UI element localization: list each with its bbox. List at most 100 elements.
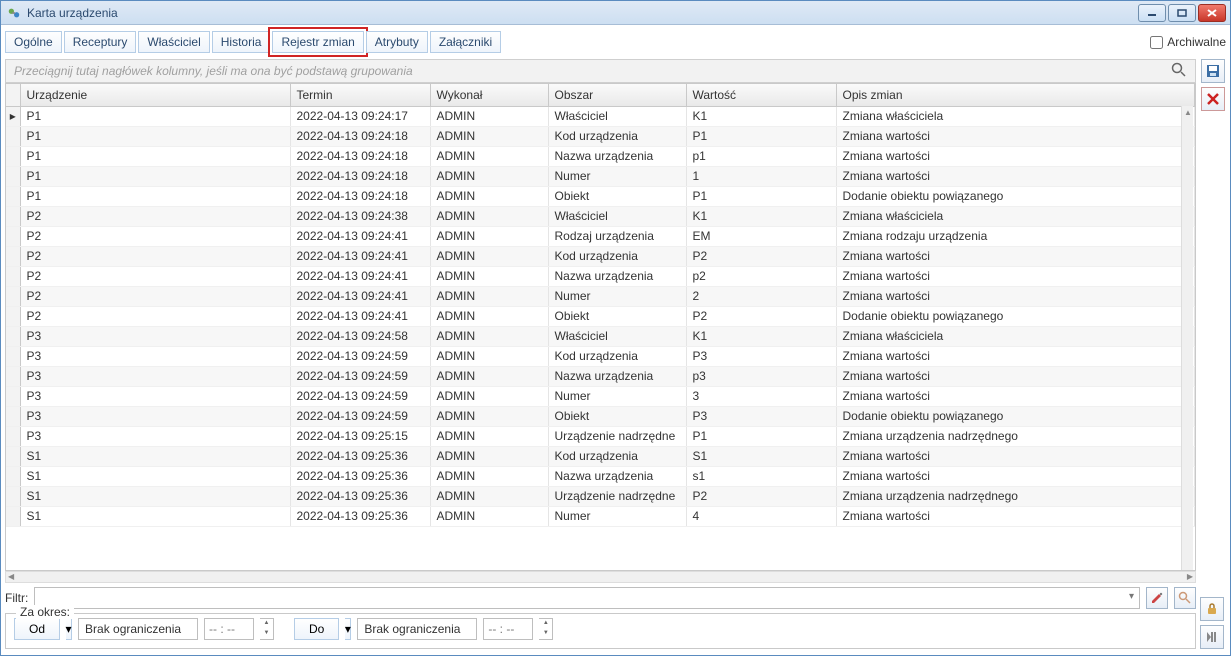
cell: Właściciel [548, 326, 686, 346]
cell: ADMIN [430, 246, 548, 266]
table-row[interactable]: P22022-04-13 09:24:41ADMINNumer2Zmiana w… [6, 286, 1195, 306]
cell: P3 [20, 366, 290, 386]
table-row[interactable]: P32022-04-13 09:24:58ADMINWłaścicielK1Zm… [6, 326, 1195, 346]
table-row[interactable]: P22022-04-13 09:24:41ADMINNazwa urządzen… [6, 266, 1195, 286]
cell: Numer [548, 386, 686, 406]
cell: 4 [686, 506, 836, 526]
row-indicator [6, 386, 20, 406]
cell: 2 [686, 286, 836, 306]
table-row[interactable]: P32022-04-13 09:24:59ADMINNazwa urządzen… [6, 366, 1195, 386]
cell: P2 [20, 266, 290, 286]
table-row[interactable]: P22022-04-13 09:24:41ADMINKod urządzenia… [6, 246, 1195, 266]
group-panel[interactable]: Przeciągnij tutaj nagłówek kolumny, jeśl… [5, 59, 1196, 83]
cell: 2022-04-13 09:25:36 [290, 466, 430, 486]
cell: Nazwa urządzenia [548, 146, 686, 166]
cell: P1 [686, 426, 836, 446]
col-device[interactable]: Urządzenie [20, 84, 290, 106]
col-desc[interactable]: Opis zmian [836, 84, 1195, 106]
cell: S1 [20, 446, 290, 466]
cell: Obiekt [548, 306, 686, 326]
period-panel: Za okres: Od ▾ Brak ograniczenia -- : --… [5, 613, 1196, 649]
tab-ogólne[interactable]: Ogólne [5, 31, 62, 53]
cell: Numer [548, 506, 686, 526]
to-time-spinner[interactable]: ▲▼ [539, 618, 553, 640]
cell: ADMIN [430, 346, 548, 366]
row-indicator [6, 306, 20, 326]
from-button[interactable]: Od [14, 618, 60, 640]
table-row[interactable]: S12022-04-13 09:25:36ADMINKod urządzenia… [6, 446, 1195, 466]
table-row[interactable]: P22022-04-13 09:24:41ADMINObiektP2Dodani… [6, 306, 1195, 326]
vertical-scrollbar[interactable] [1181, 106, 1193, 570]
cell: P1 [20, 166, 290, 186]
close-button[interactable] [1198, 4, 1226, 22]
next-page-button[interactable] [1200, 625, 1224, 649]
cell: 2022-04-13 09:25:15 [290, 426, 430, 446]
col-user[interactable]: Wykonał [430, 84, 548, 106]
table-row[interactable]: S12022-04-13 09:25:36ADMINNumer4Zmiana w… [6, 506, 1195, 526]
cell: P2 [20, 226, 290, 246]
col-term[interactable]: Termin [290, 84, 430, 106]
tab-historia[interactable]: Historia [212, 31, 271, 53]
table-row[interactable]: P12022-04-13 09:24:18ADMINObiektP1Dodani… [6, 186, 1195, 206]
row-indicator [6, 466, 20, 486]
cell: Zmiana wartości [836, 166, 1195, 186]
table-row[interactable]: P22022-04-13 09:24:38ADMINWłaścicielK1Zm… [6, 206, 1195, 226]
from-date-value[interactable]: Brak ograniczenia [78, 618, 198, 640]
table-row[interactable]: S12022-04-13 09:25:36ADMINNazwa urządzen… [6, 466, 1195, 486]
lock-button[interactable] [1200, 597, 1224, 621]
tab-receptury[interactable]: Receptury [64, 31, 137, 53]
row-indicator [6, 126, 20, 146]
cell: Zmiana właściciela [836, 106, 1195, 126]
search-icon[interactable] [1171, 62, 1187, 81]
save-button[interactable] [1201, 59, 1225, 83]
minimize-button[interactable] [1138, 4, 1166, 22]
header-row[interactable]: Urządzenie Termin Wykonał Obszar Wartość… [6, 84, 1195, 106]
tab-załączniki[interactable]: Załączniki [430, 31, 501, 53]
to-time-value[interactable]: -- : -- [483, 618, 533, 640]
cell: ADMIN [430, 446, 548, 466]
table-row[interactable]: P32022-04-13 09:24:59ADMINKod urządzenia… [6, 346, 1195, 366]
table-row[interactable]: ▸P12022-04-13 09:24:17ADMINWłaścicielK1Z… [6, 106, 1195, 126]
table-row[interactable]: P32022-04-13 09:24:59ADMINObiektP3Dodani… [6, 406, 1195, 426]
table-row[interactable]: P12022-04-13 09:24:18ADMINNumer1Zmiana w… [6, 166, 1195, 186]
to-date-value[interactable]: Brak ograniczenia [357, 618, 477, 640]
cell: Zmiana wartości [836, 266, 1195, 286]
table-row[interactable]: P22022-04-13 09:24:41ADMINRodzaj urządze… [6, 226, 1195, 246]
archival-checkbox[interactable]: Archiwalne [1150, 35, 1226, 49]
from-time-spinner[interactable]: ▲▼ [260, 618, 274, 640]
cell: S1 [686, 446, 836, 466]
cell: Zmiana wartości [836, 366, 1195, 386]
table-row[interactable]: P32022-04-13 09:24:59ADMINNumer3Zmiana w… [6, 386, 1195, 406]
col-area[interactable]: Obszar [548, 84, 686, 106]
horizontal-scrollbar[interactable] [5, 571, 1196, 583]
filter-input[interactable] [34, 587, 1140, 609]
cancel-button[interactable] [1201, 87, 1225, 111]
tab-rejestr-zmian[interactable]: Rejestr zmian [272, 31, 363, 53]
cell: P1 [686, 126, 836, 146]
cell: 2022-04-13 09:24:59 [290, 406, 430, 426]
from-dropdown[interactable]: ▾ [66, 618, 72, 640]
cell: Dodanie obiektu powiązanego [836, 406, 1195, 426]
cell: ADMIN [430, 266, 548, 286]
row-indicator [6, 146, 20, 166]
cell: ADMIN [430, 286, 548, 306]
changes-grid[interactable]: Urządzenie Termin Wykonał Obszar Wartość… [5, 83, 1196, 571]
tab-atrybuty[interactable]: Atrybuty [366, 31, 428, 53]
cell: Zmiana wartości [836, 286, 1195, 306]
row-indicator [6, 206, 20, 226]
to-dropdown[interactable]: ▾ [345, 618, 351, 640]
table-row[interactable]: P32022-04-13 09:25:15ADMINUrządzenie nad… [6, 426, 1195, 446]
maximize-button[interactable] [1168, 4, 1196, 22]
table-row[interactable]: P12022-04-13 09:24:18ADMINKod urządzenia… [6, 126, 1195, 146]
archival-checkbox-input[interactable] [1150, 36, 1163, 49]
table-row[interactable]: P12022-04-13 09:24:18ADMINNazwa urządzen… [6, 146, 1195, 166]
filter-edit-button[interactable] [1146, 587, 1168, 609]
tab-właściciel[interactable]: Właściciel [138, 31, 209, 53]
table-row[interactable]: S12022-04-13 09:25:36ADMINUrządzenie nad… [6, 486, 1195, 506]
filter-manager-button[interactable] [1174, 587, 1196, 609]
col-value[interactable]: Wartość [686, 84, 836, 106]
from-time-value[interactable]: -- : -- [204, 618, 254, 640]
row-indicator [6, 446, 20, 466]
to-button[interactable]: Do [294, 618, 339, 640]
row-indicator [6, 346, 20, 366]
